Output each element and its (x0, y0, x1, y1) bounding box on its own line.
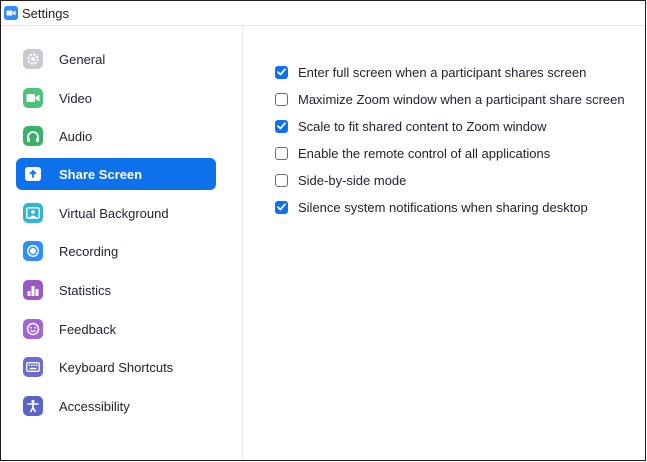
settings-sidebar: General Video Audio Share Screen Virtual… (1, 26, 243, 460)
sidebar-item-keyboard-shortcuts[interactable]: Keyboard Shortcuts (16, 351, 216, 383)
sidebar-item-label: General (59, 51, 106, 67)
settings-window: Settings General Video Audio Share Scree… (0, 0, 646, 461)
checkbox-checked[interactable] (275, 65, 288, 79)
zoom-app-icon (4, 6, 18, 20)
bar-chart-icon (23, 280, 43, 300)
option-silence-notifications[interactable]: Silence system notifications when sharin… (275, 198, 588, 216)
checkbox-unchecked[interactable] (275, 173, 288, 187)
sidebar-item-feedback[interactable]: Feedback (16, 313, 216, 345)
sidebar-item-virtual-background[interactable]: Virtual Background (16, 197, 216, 229)
sidebar-item-label: Video (59, 90, 93, 106)
option-enable-remote-control[interactable]: Enable the remote control of all applica… (275, 144, 550, 162)
sidebar-item-statistics[interactable]: Statistics (16, 274, 216, 306)
sidebar-item-label: Audio (59, 128, 93, 144)
checkbox-checked[interactable] (275, 200, 288, 214)
share-screen-panel: Enter full screen when a participant sha… (243, 26, 645, 460)
sidebar-item-label: Virtual Background (59, 205, 169, 221)
share-screen-icon (25, 167, 41, 181)
sidebar-item-label: Recording (59, 243, 119, 259)
option-label: Side-by-side mode (298, 172, 407, 188)
option-label: Silence system notifications when sharin… (298, 199, 588, 215)
gear-icon (23, 49, 43, 69)
checkbox-checked[interactable] (275, 119, 288, 133)
sidebar-item-general[interactable]: General (16, 43, 216, 75)
option-label: Maximize Zoom window when a participant … (298, 91, 625, 107)
option-label: Enter full screen when a participant sha… (298, 64, 587, 80)
sidebar-item-label: Accessibility (59, 398, 130, 414)
checkbox-unchecked[interactable] (275, 146, 288, 160)
option-label: Enable the remote control of all applica… (298, 145, 551, 161)
option-label: Scale to fit shared content to Zoom wind… (298, 118, 547, 134)
headphones-icon (23, 126, 43, 146)
option-side-by-side-mode[interactable]: Side-by-side mode (275, 171, 406, 189)
accessibility-icon (23, 396, 43, 416)
sidebar-item-recording[interactable]: Recording (16, 235, 216, 267)
sidebar-item-accessibility[interactable]: Accessibility (16, 390, 216, 422)
video-camera-icon (23, 88, 43, 108)
title-bar: Settings (1, 1, 645, 26)
window-title: Settings (22, 5, 69, 21)
sidebar-item-label: Keyboard Shortcuts (59, 359, 174, 375)
sidebar-item-share-screen[interactable]: Share Screen (16, 158, 216, 190)
record-icon (23, 241, 43, 261)
smiley-icon (23, 319, 43, 339)
keyboard-icon (23, 357, 43, 377)
sidebar-item-audio[interactable]: Audio (16, 120, 216, 152)
option-scale-to-fit[interactable]: Scale to fit shared content to Zoom wind… (275, 117, 547, 135)
person-background-icon (23, 203, 43, 223)
sidebar-item-label: Statistics (59, 282, 112, 298)
sidebar-item-label: Share Screen (59, 166, 143, 182)
checkbox-unchecked[interactable] (275, 92, 288, 106)
sidebar-item-video[interactable]: Video (16, 82, 216, 114)
sidebar-item-label: Feedback (59, 321, 117, 337)
option-enter-full-screen[interactable]: Enter full screen when a participant sha… (275, 63, 586, 81)
option-maximize-zoom-window[interactable]: Maximize Zoom window when a participant … (275, 90, 625, 108)
